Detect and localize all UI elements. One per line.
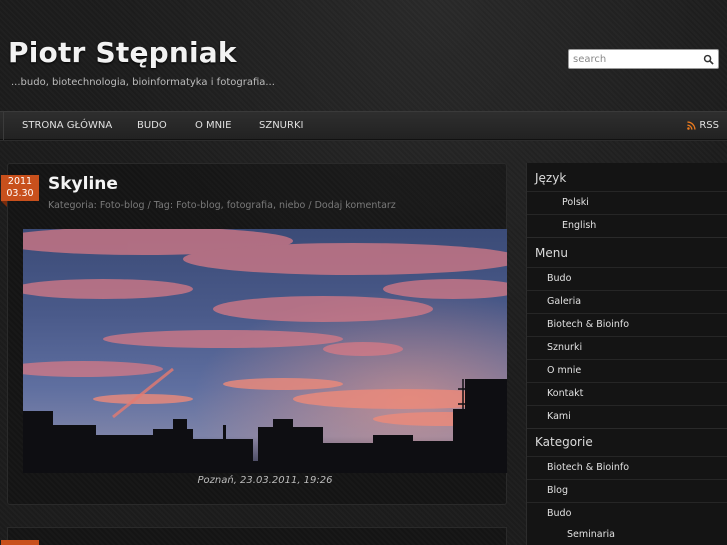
language-link-english[interactable]: English — [562, 220, 596, 231]
next-post-date-badge — [1, 540, 39, 545]
skyline-photo-graphic — [23, 229, 507, 473]
meta-add-comment-link[interactable]: / Dodaj komentarz — [308, 200, 395, 211]
rss-link[interactable]: RSS — [687, 120, 719, 131]
sidebar-divider — [527, 237, 727, 238]
widget-title-language: Język — [535, 171, 567, 185]
menu-link-galeria[interactable]: Galeria — [547, 296, 581, 307]
category-link-blog[interactable]: Blog — [547, 485, 568, 496]
meta-category-link[interactable]: Foto-blog — [100, 200, 145, 211]
post-title[interactable]: Skyline — [48, 174, 118, 194]
sidebar: Język Polski English Menu Budo Galeria B… — [526, 163, 727, 545]
meta-tag-label: / Tag: — [147, 200, 174, 211]
menu-link-biotech[interactable]: Biotech & Bioinfo — [547, 319, 629, 330]
language-item-english[interactable]: English — [527, 214, 727, 237]
menu-link-sznurki[interactable]: Sznurki — [547, 342, 582, 353]
nav-item-budo[interactable]: BUDO — [137, 120, 167, 131]
category-link-biotech[interactable]: Biotech & Bioinfo — [547, 462, 629, 473]
next-post-container — [7, 527, 507, 545]
menu-item-kontakt[interactable]: Kontakt — [527, 382, 727, 405]
nav-item-about[interactable]: O MNIE — [195, 120, 231, 131]
category-item-budo[interactable]: Budo — [527, 502, 727, 525]
menu-item-biotech[interactable]: Biotech & Bioinfo — [527, 313, 727, 336]
category-item-biotech[interactable]: Biotech & Bioinfo — [527, 456, 727, 479]
post-photo-skyline[interactable] — [23, 229, 507, 473]
rss-label: RSS — [699, 120, 719, 131]
category-link-seminaria[interactable]: Seminaria — [567, 529, 615, 540]
menu-item-o-mnie[interactable]: O mnie — [527, 359, 727, 382]
category-link-budo[interactable]: Budo — [547, 508, 571, 519]
post-photo-caption: Poznań, 23.03.2011, 19:26 — [197, 475, 333, 486]
post-meta: Kategoria: Foto-blog / Tag: Foto-blog, f… — [48, 200, 396, 211]
menu-item-galeria[interactable]: Galeria — [527, 290, 727, 313]
site-title[interactable]: Piotr Stępniak — [8, 36, 237, 69]
search-box[interactable] — [568, 49, 719, 69]
rss-icon — [687, 121, 696, 130]
search-icon[interactable] — [703, 54, 714, 65]
search-input[interactable] — [573, 52, 699, 67]
menu-link-kami[interactable]: Kami — [547, 411, 571, 422]
site-tagline: ...budo, biotechnologia, bioinformatyka … — [11, 77, 275, 88]
menu-link-o-mnie[interactable]: O mnie — [547, 365, 581, 376]
nav-bar: STRONA GŁÓWNA BUDO O MNIE SZNURKI — [3, 112, 724, 140]
meta-tags-links[interactable]: Foto-blog, fotografia, niebo — [176, 200, 305, 211]
menu-link-kontakt[interactable]: Kontakt — [547, 388, 583, 399]
sidebar-divider — [527, 428, 727, 429]
widget-title-menu: Menu — [535, 246, 568, 260]
nav-item-home[interactable]: STRONA GŁÓWNA — [22, 120, 112, 131]
menu-item-budo[interactable]: Budo — [527, 267, 727, 290]
category-subitem-seminaria[interactable]: Seminaria — [527, 524, 727, 545]
menu-item-kami[interactable]: Kami — [527, 405, 727, 428]
post-date-year: 2011 — [7, 176, 33, 187]
meta-category-label: Kategoria: — [48, 200, 97, 211]
menu-item-sznurki[interactable]: Sznurki — [527, 336, 727, 359]
main-navigation: STRONA GŁÓWNA BUDO O MNIE SZNURKI RSS — [0, 111, 727, 140]
post-date-badge: 2011 03.30 — [1, 175, 39, 207]
category-item-blog[interactable]: Blog — [527, 479, 727, 502]
post-date-day: 03.30 — [6, 188, 34, 199]
language-link-polski[interactable]: Polski — [562, 197, 589, 208]
nav-item-sznurki[interactable]: SZNURKI — [259, 120, 303, 131]
menu-link-budo[interactable]: Budo — [547, 273, 571, 284]
widget-title-categories: Kategorie — [535, 435, 593, 449]
language-item-polski[interactable]: Polski — [527, 191, 727, 214]
